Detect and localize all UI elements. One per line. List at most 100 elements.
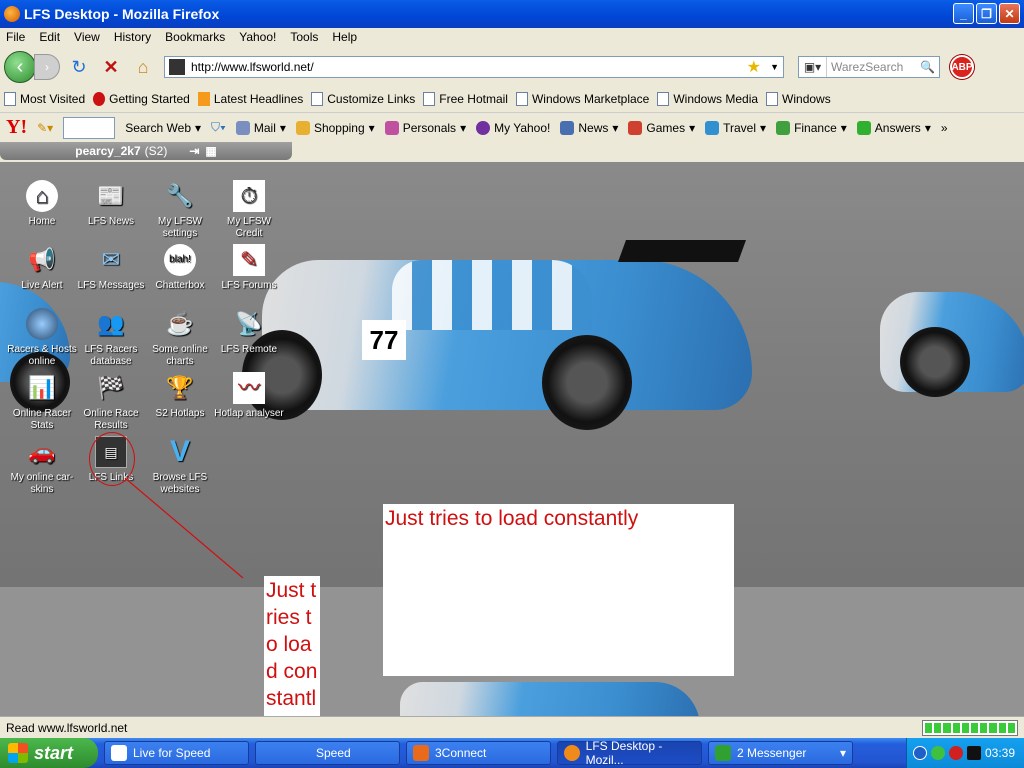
grid-icon[interactable]: ▦ xyxy=(205,144,216,158)
desktop-icon-hotlap-analyser[interactable]: 〰 Hotlap analyser xyxy=(214,372,284,420)
bookmark-latest-headlines[interactable]: Latest Headlines xyxy=(197,92,304,106)
yahoo-news[interactable]: News ▾ xyxy=(560,120,618,135)
search-web-label: Search Web xyxy=(125,120,191,135)
annotation-circle xyxy=(89,432,135,486)
desktop-icon-browse-websites[interactable]: V Browse LFS websites xyxy=(145,436,215,496)
desktop-icon-lfsw-credit[interactable]: ⏱ My LFSW Credit xyxy=(214,180,284,240)
yahoo-mail[interactable]: Mail ▾ xyxy=(235,120,286,135)
menu-help[interactable]: Help xyxy=(332,30,357,44)
stop-icon[interactable]: ✕ xyxy=(98,54,124,80)
desktop-icon-lfs-news[interactable]: 📰 LFS News xyxy=(76,180,146,228)
desktop-icon-home[interactable]: ⌂ Home xyxy=(7,180,77,228)
desktop-icon-racers-database[interactable]: 👥 LFS Racers database xyxy=(76,308,146,368)
close-button[interactable]: ✕ xyxy=(999,3,1020,24)
yahoo-my-yahoo[interactable]: My Yahoo! xyxy=(476,120,550,135)
menu-history[interactable]: History xyxy=(114,30,151,44)
menu-bookmarks[interactable]: Bookmarks xyxy=(165,30,225,44)
url-text: http://www.lfsworld.net/ xyxy=(191,60,314,74)
desktop-icon-racers-hosts[interactable]: Racers & Hosts online xyxy=(7,308,77,368)
finance-icon xyxy=(776,120,791,135)
home-button-icon[interactable]: ⌂ xyxy=(130,54,156,80)
bookmark-label: Latest Headlines xyxy=(213,92,304,106)
yahoo-answers[interactable]: Answers ▾ xyxy=(856,120,931,135)
yahoo-personals[interactable]: Personals ▾ xyxy=(384,120,466,135)
desktop-icon-racer-stats[interactable]: 📊 Online Racer Stats xyxy=(7,372,77,432)
globe-icon xyxy=(26,308,58,340)
back-button[interactable]: ‹ xyxy=(4,51,36,83)
search-web-button[interactable]: Search Web ▾ xyxy=(125,121,201,135)
task-live-for-speed[interactable]: Live for Speed xyxy=(104,741,249,765)
desktop-icon-label: Live Alert xyxy=(21,280,63,291)
cup-icon: ☕ xyxy=(166,311,194,336)
news-icon: 📰 xyxy=(97,183,125,208)
task-firefox[interactable]: LFS Desktop - Mozil... xyxy=(557,739,702,767)
restore-button[interactable]: ❐ xyxy=(976,3,997,24)
bookmark-getting-started[interactable]: Getting Started xyxy=(93,92,190,106)
race-car-image-right xyxy=(880,272,1024,402)
bookmark-windows[interactable]: Windows xyxy=(766,92,831,106)
menu-file[interactable]: File xyxy=(6,30,25,44)
bookmark-label: Free Hotmail xyxy=(439,92,508,106)
logout-icon[interactable]: ⇥ xyxy=(189,144,199,158)
task-speed[interactable]: Speed xyxy=(255,741,400,765)
bookmark-free-hotmail[interactable]: Free Hotmail xyxy=(423,92,508,106)
winamp-tray-icon[interactable] xyxy=(967,746,981,760)
yahoo-travel[interactable]: Travel ▾ xyxy=(705,120,766,135)
url-bar[interactable]: http://www.lfsworld.net/ ★ ▼ xyxy=(164,56,784,78)
racers-icon: 👥 xyxy=(97,311,125,336)
start-button[interactable]: start xyxy=(0,738,98,768)
bookmark-most-visited[interactable]: Most Visited xyxy=(4,92,85,106)
bookmark-label: Windows Media xyxy=(673,92,759,106)
menu-view[interactable]: View xyxy=(74,30,100,44)
bookmark-star-icon[interactable]: ★ xyxy=(747,57,761,77)
menu-tools[interactable]: Tools xyxy=(290,30,318,44)
title-bar: LFS Desktop - Mozilla Firefox _ ❐ ✕ xyxy=(0,0,1024,28)
minimize-button[interactable]: _ xyxy=(953,3,974,24)
tray-expand-icon[interactable] xyxy=(913,746,927,760)
yahoo-item-label: Travel xyxy=(723,120,757,135)
bookmark-windows-media[interactable]: Windows Media xyxy=(657,92,758,106)
shield-icon[interactable]: ⛉▾ xyxy=(211,120,226,135)
desktop-icon-s2-hotlaps[interactable]: 🏆 S2 Hotlaps xyxy=(145,372,215,420)
alert-icon: 📢 xyxy=(28,247,56,272)
desktop-icon-live-alert[interactable]: 📢 Live Alert xyxy=(7,244,77,292)
yahoo-logo[interactable]: Y! xyxy=(6,116,27,139)
desktop-icon-lfs-messages[interactable]: ✉ LFS Messages xyxy=(76,244,146,292)
yahoo-finance[interactable]: Finance ▾ xyxy=(776,120,847,135)
desktop-icon-chatterbox[interactable]: blah! Chatterbox xyxy=(145,244,215,292)
desktop-icon-car-skins[interactable]: 🚗 My online car-skins xyxy=(7,436,77,496)
yahoo-shopping[interactable]: Shopping ▾ xyxy=(295,120,375,135)
desktop-icon-online-charts[interactable]: ☕ Some online charts xyxy=(145,308,215,368)
yahoo-games[interactable]: Games ▾ xyxy=(628,120,695,135)
status-text: Read www.lfsworld.net xyxy=(6,720,128,735)
task-label: Speed xyxy=(316,746,351,760)
race-car-image: 77 xyxy=(242,220,762,430)
menu-edit[interactable]: Edit xyxy=(39,30,60,44)
task-messenger[interactable]: 2 Messenger ▾ xyxy=(708,741,853,765)
url-dropdown-icon[interactable]: ▼ xyxy=(770,62,779,72)
firefox-bookmark-icon xyxy=(93,92,106,106)
window-title: LFS Desktop - Mozilla Firefox xyxy=(24,6,220,22)
task-3connect[interactable]: 3Connect xyxy=(406,741,551,765)
pencil-icon[interactable]: ✎▾ xyxy=(37,121,53,135)
search-engine-icon[interactable]: ▣▾ xyxy=(799,57,827,77)
site-favicon xyxy=(169,59,185,75)
desktop-icon-lfs-remote[interactable]: 📡 LFS Remote xyxy=(214,308,284,356)
bookmark-windows-marketplace[interactable]: Windows Marketplace xyxy=(515,92,649,106)
yahoo-item-label: Games xyxy=(646,120,686,135)
search-box[interactable]: ▣▾ WarezSearch 🔍 xyxy=(798,56,940,78)
messenger-tray-icon[interactable] xyxy=(931,746,945,760)
bookmark-customize-links[interactable]: Customize Links xyxy=(311,92,415,106)
yahoo-more-chevron[interactable]: » xyxy=(941,121,948,135)
reload-icon[interactable]: ↻ xyxy=(66,54,92,80)
tray-icon[interactable] xyxy=(949,746,963,760)
adblock-icon[interactable]: ABP xyxy=(950,55,974,79)
search-magnifier-icon[interactable]: 🔍 xyxy=(916,60,939,74)
forward-button[interactable]: › xyxy=(34,54,60,80)
bookmark-label: Getting Started xyxy=(109,92,190,106)
menu-yahoo[interactable]: Yahoo! xyxy=(239,30,276,44)
desktop-icon-lfs-forums[interactable]: ✎ LFS Forums xyxy=(214,244,284,292)
desktop-icon-race-results[interactable]: 🏁 Online Race Results xyxy=(76,372,146,432)
yahoo-search-field[interactable] xyxy=(63,116,116,139)
desktop-icon-lfsw-settings[interactable]: 🔧 My LFSW settings xyxy=(145,180,215,240)
